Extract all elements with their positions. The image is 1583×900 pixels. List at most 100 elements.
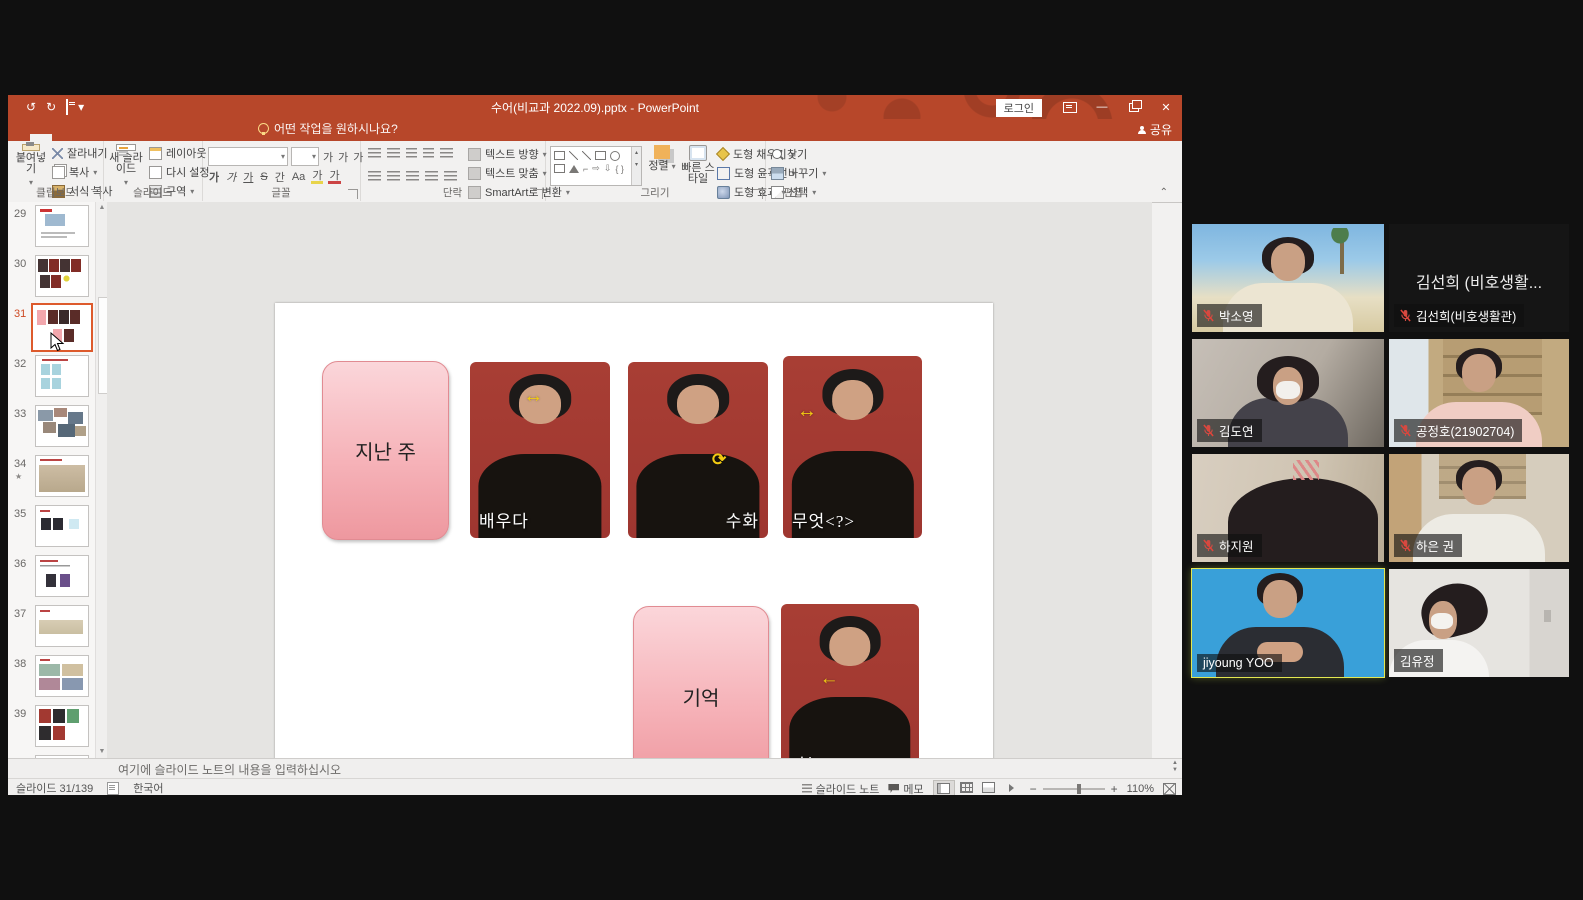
columns-icon[interactable] <box>444 171 457 183</box>
replace-button[interactable]: 바꾸기▾ <box>771 165 826 181</box>
notes-scroll-buttons[interactable]: ▲ ▼ <box>1172 760 1178 773</box>
numbering-icon[interactable] <box>387 148 400 160</box>
zoom-slider-thumb[interactable] <box>1077 784 1081 794</box>
close-button[interactable]: ✕ <box>1150 95 1182 119</box>
text-highlight-button[interactable]: 가 <box>311 171 323 184</box>
shrink-font-button[interactable]: 가 <box>337 149 349 165</box>
ribbon-display-options-button[interactable] <box>1054 95 1086 119</box>
shape-line-icon[interactable] <box>569 151 578 160</box>
zoom-percentage[interactable]: 110% <box>1127 783 1154 795</box>
proofing-icon[interactable] <box>107 782 119 795</box>
menu-tab[interactable] <box>96 134 118 141</box>
slide-thumbnail[interactable]: 36 ★ <box>8 552 95 602</box>
tell-me-search[interactable]: 어떤 작업을 원하시나요? <box>258 120 398 141</box>
participant-tile[interactable]: 김유정 <box>1389 569 1569 677</box>
align-left-icon[interactable] <box>368 171 381 183</box>
menu-tab[interactable] <box>140 134 162 141</box>
font-size-combo[interactable]: ▾ <box>291 147 319 166</box>
minimize-button[interactable]: — <box>1086 95 1118 119</box>
menu-tab[interactable] <box>52 134 74 141</box>
restore-button[interactable] <box>1118 95 1150 119</box>
shape-gallery-scroll[interactable]: ▴▾ <box>631 147 641 185</box>
align-right-icon[interactable] <box>406 171 419 183</box>
grow-font-button[interactable]: 가 <box>322 149 334 165</box>
participant-tile[interactable]: 공정호(21902704) <box>1389 339 1569 447</box>
shape-rectangle-icon[interactable] <box>595 151 606 160</box>
menu-tab[interactable] <box>228 134 250 141</box>
shape-line2-icon[interactable] <box>582 151 591 160</box>
shape-square-icon[interactable] <box>554 164 565 173</box>
normal-view-button[interactable] <box>933 780 955 795</box>
language-indicator[interactable]: 한국어 <box>133 780 163 795</box>
strikethrough-button[interactable]: S <box>259 171 268 183</box>
zoom-in-button[interactable]: + <box>1111 782 1118 796</box>
slide-thumbnail[interactable]: 34 ★ <box>8 452 95 502</box>
font-name-combo[interactable]: ▾ <box>208 147 288 166</box>
shape-arrow-right-icon[interactable]: ⇨ <box>592 163 600 174</box>
comments-button[interactable]: 메모 <box>888 781 923 796</box>
fit-to-window-icon[interactable] <box>1163 783 1176 795</box>
clipboard-dialog-launcher[interactable] <box>91 189 101 199</box>
underline-button[interactable]: 가 <box>242 169 254 185</box>
sign-language-photo[interactable]: 가능<?> <box>781 604 919 782</box>
zoom-out-button[interactable]: − <box>1030 782 1037 796</box>
collapse-ribbon-button[interactable]: ⌃ <box>1160 187 1168 198</box>
bold-button[interactable]: 가 <box>208 169 220 185</box>
participant-tile[interactable]: 박소영 <box>1192 224 1384 332</box>
change-case-button[interactable]: Aa <box>291 171 306 183</box>
share-button[interactable]: 공유 <box>1138 121 1172 138</box>
customize-qat-icon[interactable]: ▾ <box>78 100 84 114</box>
slide-thumbnail[interactable]: 31 ★ <box>8 302 95 352</box>
shape-triangle-icon[interactable] <box>569 165 579 173</box>
notes-toggle-button[interactable]: 슬라이드 노트 <box>802 781 880 796</box>
find-button[interactable]: 찾기 <box>771 146 826 162</box>
participant-tile[interactable]: 김도연 <box>1192 339 1384 447</box>
quick-styles-button[interactable]: 빠른 스타일 <box>681 145 715 185</box>
shape-oval-icon[interactable] <box>610 151 620 161</box>
italic-button[interactable]: 가 <box>225 169 237 185</box>
slide-thumbnail[interactable]: 30 ★ <box>8 252 95 302</box>
reading-view-button[interactable] <box>979 780 999 795</box>
drawing-dialog-launcher[interactable] <box>753 189 763 199</box>
slide-thumbnail[interactable]: 32 ★ <box>8 352 95 402</box>
slide-thumbnail[interactable]: 37 ★ <box>8 602 95 652</box>
bullets-icon[interactable] <box>368 148 381 160</box>
login-button[interactable]: 로그인 <box>996 99 1042 117</box>
participant-tile[interactable]: 하지원 <box>1192 454 1384 562</box>
undo-icon[interactable]: ↺ <box>26 100 36 114</box>
slide-thumbnail[interactable]: 35 ★ <box>8 502 95 552</box>
pink-card-shape[interactable]: 지난 주 <box>322 361 449 540</box>
menu-tab[interactable] <box>74 134 96 141</box>
shape-gallery[interactable]: ⌐ ⇨ ⇩ { } ▴▾ <box>550 146 642 186</box>
slide-thumbnail[interactable]: 38 ★ <box>8 652 95 702</box>
decrease-indent-icon[interactable] <box>406 148 417 160</box>
menu-tab[interactable] <box>118 134 140 141</box>
slide-thumbnail[interactable]: 29 ★ <box>8 202 95 252</box>
slide-sorter-view-button[interactable] <box>957 780 977 795</box>
slide-thumbnail[interactable]: 33 ★ <box>8 402 95 452</box>
menu-tab[interactable] <box>206 134 228 141</box>
arrange-button[interactable]: 정렬 ▾ <box>647 145 677 172</box>
font-dialog-launcher[interactable] <box>348 189 358 199</box>
participant-tile[interactable]: 김선희 (비호생활... 김선희(비호생활관) <box>1389 224 1569 332</box>
character-spacing-button[interactable]: 간 <box>274 169 286 185</box>
increase-indent-icon[interactable] <box>423 148 434 160</box>
menu-tab[interactable] <box>8 134 30 141</box>
menu-tab[interactable] <box>162 134 184 141</box>
sign-language-photo[interactable]: 배우다 <box>470 362 610 538</box>
notes-placeholder[interactable]: 여기에 슬라이드 노트의 내용을 입력하십시오 <box>118 761 341 778</box>
slideshow-button[interactable] <box>1001 780 1021 795</box>
notes-pane[interactable]: 여기에 슬라이드 노트의 내용을 입력하십시오 <box>8 758 1182 779</box>
sign-language-photo[interactable]: 무엇<?> <box>783 356 922 538</box>
align-center-icon[interactable] <box>387 171 400 183</box>
shape-arrow-down-icon[interactable]: ⇩ <box>604 163 612 174</box>
shape-elbow-icon[interactable]: ⌐ <box>583 164 588 174</box>
line-spacing-icon[interactable] <box>440 148 453 160</box>
font-color-button[interactable]: 가 <box>328 171 340 184</box>
redo-icon[interactable]: ↻ <box>46 100 56 114</box>
paragraph-dialog-launcher[interactable] <box>533 189 543 199</box>
zoom-slider[interactable] <box>1043 788 1105 790</box>
shape-textbox-icon[interactable] <box>554 151 565 160</box>
slide-thumbnail[interactable]: 39 ★ <box>8 702 95 752</box>
participant-tile[interactable]: 하은 권 <box>1389 454 1569 562</box>
